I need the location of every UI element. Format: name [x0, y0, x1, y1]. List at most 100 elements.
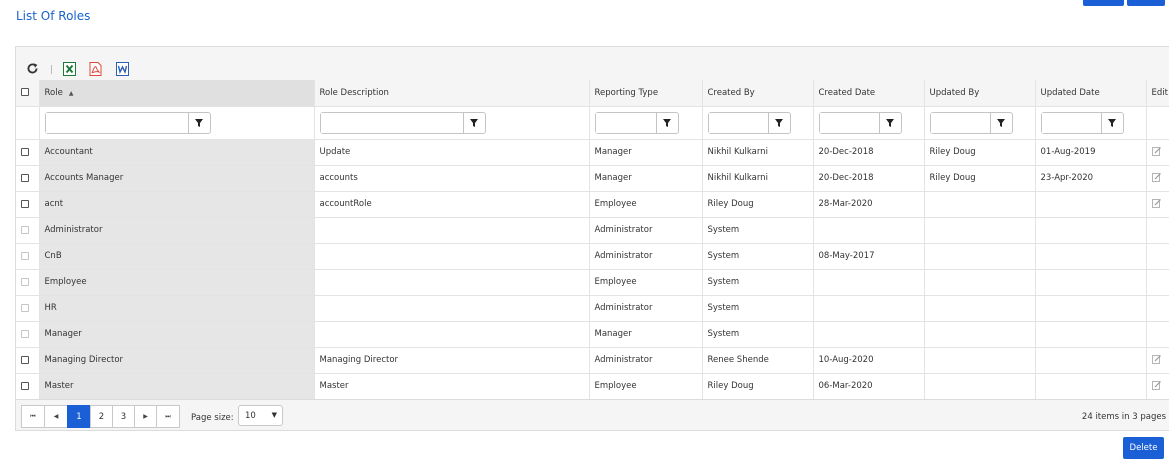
updated-by-filter — [929, 111, 1013, 134]
edit-icon[interactable] — [1151, 380, 1161, 390]
table-row[interactable]: Employee Employee System — [16, 269, 1169, 296]
table-row[interactable]: acnt accountRole Employee Riley Doug 28-Mar-… — [16, 191, 1169, 218]
cell-updated-date: 23-Apr-2020 — [1035, 165, 1147, 192]
filter-icon[interactable] — [657, 113, 678, 133]
page-button-2[interactable]: 2 — [90, 405, 113, 428]
cell-edit — [1146, 243, 1169, 270]
cell-updated-by: Riley Doug — [924, 165, 1036, 192]
table-row[interactable]: Managing Director Managing Director Admini… — [16, 347, 1169, 374]
column-header-role-description[interactable]: Role Description — [314, 80, 590, 107]
row-checkbox[interactable] — [21, 381, 29, 390]
row-checkbox — [21, 251, 29, 260]
edit-icon[interactable] — [1151, 146, 1161, 156]
table-row[interactable]: Manager Manager System — [16, 321, 1169, 348]
filter-icon[interactable] — [769, 113, 790, 133]
top-action-button-1[interactable] — [1083, 0, 1124, 6]
delete-button[interactable]: Delete — [1123, 437, 1164, 459]
created-date-filter — [818, 111, 902, 134]
cell-role: Master — [39, 373, 315, 400]
sort-ascending-icon: ▲ — [68, 89, 74, 97]
row-checkbox[interactable] — [21, 147, 29, 156]
cell-created-date: 06-Mar-2020 — [813, 373, 925, 400]
last-page-button[interactable]: ⏭ — [156, 405, 180, 428]
refresh-icon[interactable] — [26, 62, 40, 76]
page-button-1[interactable]: 1 — [67, 405, 91, 428]
row-checkbox[interactable] — [21, 173, 29, 182]
page-button-3[interactable]: 3 — [112, 405, 135, 428]
cell-updated-date — [1035, 373, 1147, 400]
filter-icon[interactable] — [880, 113, 901, 133]
roles-table: Role ▲ Role Description Reporting Type Cr… — [16, 80, 1169, 400]
column-header-label: Updated Date — [1040, 87, 1100, 98]
prev-page-button[interactable]: ◀ — [44, 405, 68, 428]
cell-role: Administrator — [39, 217, 315, 244]
filter-icon[interactable] — [464, 113, 485, 133]
cell-created-date — [813, 269, 925, 296]
filter-icon[interactable] — [1102, 113, 1123, 133]
table-row[interactable]: Administrator Administrator System — [16, 217, 1169, 244]
cell-created-by: Nikhil Kulkarni — [702, 165, 814, 192]
cell-role: Managing Director — [39, 347, 315, 374]
chevron-down-icon: ▼ — [271, 411, 277, 419]
next-page-button[interactable]: ▶ — [134, 405, 157, 428]
description-filter-input[interactable] — [320, 112, 464, 133]
page-size-label: Page size: — [191, 413, 234, 423]
select-all-checkbox[interactable] — [21, 88, 29, 97]
next-page-icon: ▶ — [143, 413, 148, 420]
updated-date-filter — [1040, 111, 1124, 134]
created-by-filter-input[interactable] — [708, 112, 769, 133]
cell-role: Accounts Manager — [39, 165, 315, 192]
edit-icon[interactable] — [1151, 354, 1161, 364]
cell-edit — [1146, 269, 1169, 296]
updated-by-filter-input[interactable] — [930, 112, 991, 133]
edit-icon[interactable] — [1151, 172, 1161, 182]
column-header-updated-by[interactable]: Updated By — [924, 80, 1036, 107]
row-checkbox — [21, 303, 29, 312]
table-row[interactable]: Master Master Employee Riley Doug 06-Mar-202… — [16, 373, 1169, 400]
cell-updated-by: Riley Doug — [924, 139, 1036, 166]
table-row[interactable]: HR Administrator System — [16, 295, 1169, 322]
column-header-role[interactable]: Role ▲ — [39, 80, 315, 107]
select-all-cell — [16, 80, 40, 107]
cell-reporting-type: Administrator — [589, 217, 703, 244]
word-icon[interactable] — [116, 62, 130, 76]
cell-updated-date — [1035, 217, 1147, 244]
created-date-filter-input[interactable] — [819, 112, 880, 133]
first-page-icon: ⏮ — [30, 412, 36, 420]
page-size-select[interactable]: 10 ▼ — [238, 405, 283, 426]
role-filter-input[interactable] — [45, 112, 189, 133]
first-page-button[interactable]: ⏮ — [21, 405, 45, 428]
column-header-created-by[interactable]: Created By — [702, 80, 814, 107]
filter-cell-reporting-type — [589, 106, 703, 140]
pager: ⏮ ◀ 1 2 3 ▶ ⏭ Page size: 10 ▼ 24 items in… — [16, 399, 1169, 430]
column-header-label: Reporting Type — [594, 87, 659, 98]
table-row[interactable]: Accountant Update Manager Nikhil Kulkarni 20… — [16, 139, 1169, 166]
column-header-reporting-type[interactable]: Reporting Type — [589, 80, 703, 107]
cell-reporting-type: Manager — [589, 321, 703, 348]
column-header-updated-date[interactable]: Updated Date — [1035, 80, 1147, 107]
cell-description — [314, 243, 590, 270]
row-select-cell — [16, 347, 40, 374]
reporting-type-filter-input[interactable] — [595, 112, 657, 133]
row-checkbox[interactable] — [21, 199, 29, 208]
pager-info: 24 items in 3 pages — [1081, 412, 1166, 422]
column-header-created-date[interactable]: Created Date — [813, 80, 925, 107]
table-row[interactable]: CnB Administrator System 08-May-2017 — [16, 243, 1169, 270]
excel-icon[interactable] — [63, 62, 77, 76]
cell-created-date: 10-Aug-2020 — [813, 347, 925, 374]
edit-icon[interactable] — [1151, 198, 1161, 208]
column-header-edit: Edit — [1146, 80, 1169, 107]
cell-updated-date — [1035, 191, 1147, 218]
cell-description — [314, 321, 590, 348]
table-row[interactable]: Accounts Manager accounts Manager Nikhil Ku… — [16, 165, 1169, 192]
cell-description: accounts — [314, 165, 590, 192]
cell-created-by: System — [702, 295, 814, 322]
filter-icon[interactable] — [189, 113, 210, 133]
row-checkbox[interactable] — [21, 355, 29, 364]
pdf-icon[interactable] — [89, 62, 103, 76]
column-header-label: Created Date — [818, 87, 876, 98]
top-action-button-2[interactable] — [1127, 0, 1165, 6]
updated-date-filter-input[interactable] — [1041, 112, 1102, 133]
row-select-cell — [16, 295, 40, 322]
filter-icon[interactable] — [991, 113, 1012, 133]
